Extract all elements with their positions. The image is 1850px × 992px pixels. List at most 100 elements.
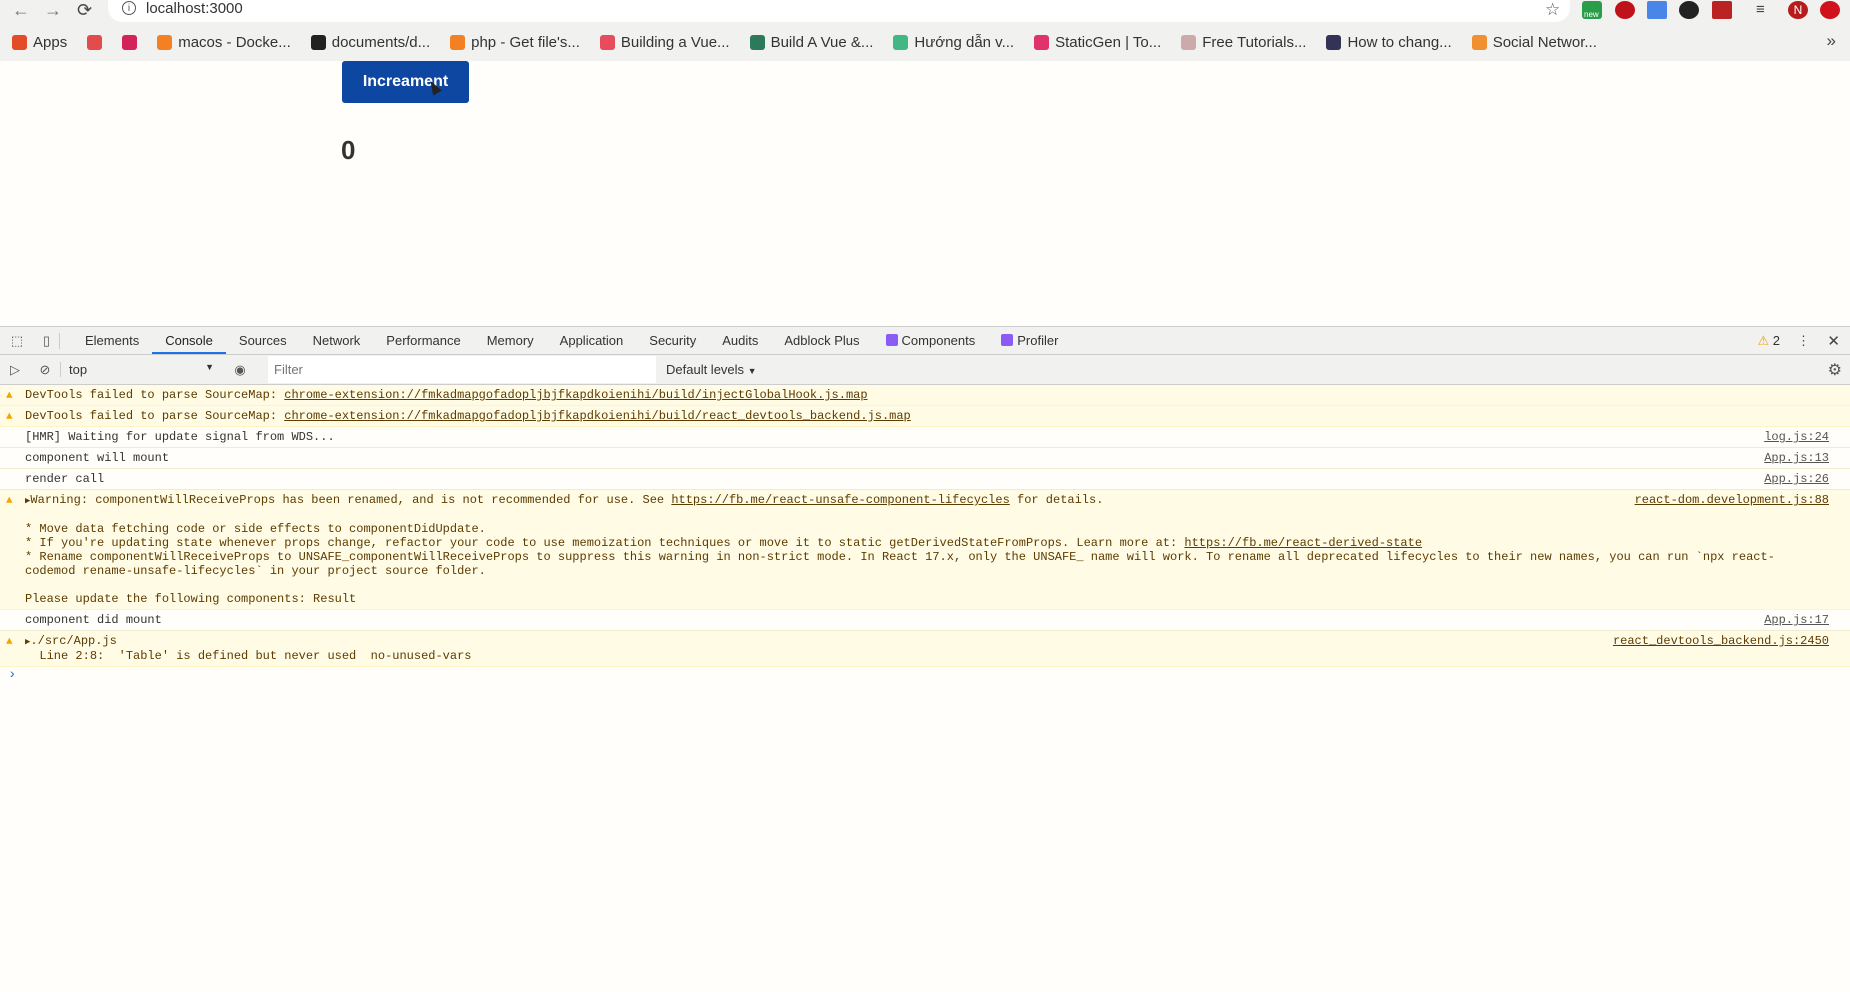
devtools-tabs: ⬚ ▯ Elements Console Sources Network Perform…: [0, 327, 1850, 355]
bookmark-item[interactable]: How to chang...: [1326, 34, 1452, 51]
tab-label: Memory: [486, 333, 534, 348]
sourcemap-link[interactable]: chrome-extension://fmkadmapgofadopljbjfk…: [284, 409, 911, 423]
warning-bullet: * Rename componentWillReceiveProps to UN…: [25, 550, 1775, 578]
bookmark-favicon-icon: [1034, 34, 1050, 50]
forward-icon[interactable]: →: [44, 0, 62, 20]
more-bookmarks-icon[interactable]: »: [1827, 31, 1836, 51]
tab-sources[interactable]: Sources: [226, 327, 300, 354]
bookmark-item[interactable]: StaticGen | To...: [1034, 34, 1161, 51]
source-link[interactable]: log.js:24: [1764, 430, 1829, 444]
bookmark-item[interactable]: macos - Docke...: [157, 34, 291, 51]
console-filter-input[interactable]: [268, 356, 656, 383]
bookmark-item[interactable]: Free Tutorials...: [1181, 34, 1306, 51]
bookmark-label: Social Networ...: [1492, 33, 1597, 51]
tab-label: Application: [559, 333, 624, 348]
bookmark-item[interactable]: Building a Vue...: [599, 33, 730, 51]
url-text: localhost:3000: [146, 0, 243, 17]
log-text: render call: [25, 472, 105, 486]
more-options-icon[interactable]: ⋮: [1797, 333, 1810, 349]
profile-avatar[interactable]: N: [1788, 1, 1808, 19]
devtools-panel: ⬚ ▯ Elements Console Sources Network Perform…: [0, 326, 1850, 992]
adblock-icon[interactable]: [1615, 1, 1635, 19]
console-log-did-mount: component did mount App.js:17: [0, 610, 1850, 631]
page-content: Increament 0: [0, 61, 1850, 326]
bookmark-label: Build A Vue &...: [770, 33, 874, 51]
increment-button[interactable]: Increament: [342, 61, 469, 103]
bookmark-item[interactable]: documents/d...: [310, 34, 430, 51]
tab-application[interactable]: Application: [547, 327, 637, 354]
bookmark-label: Building a Vue...: [620, 33, 730, 51]
bookmark-favicon-icon: [893, 34, 909, 50]
extension-new-icon[interactable]: new: [1582, 1, 1602, 19]
bookmark-label: Free Tutorials...: [1202, 33, 1307, 51]
warning-update-text: Please update the following components: …: [25, 592, 357, 606]
tab-components[interactable]: Components: [873, 327, 989, 354]
translate-icon[interactable]: [1647, 1, 1667, 19]
bookmark-label: macos - Docke...: [178, 33, 291, 51]
reload-icon[interactable]: ⟳: [77, 0, 92, 20]
info-icon[interactable]: i: [122, 1, 136, 15]
bookmark-item[interactable]: php - Get file's...: [450, 34, 580, 51]
tab-elements[interactable]: Elements: [72, 327, 152, 354]
warning-count-badge[interactable]: ⚠ 2: [1757, 333, 1780, 349]
close-devtools-icon[interactable]: ✕: [1827, 332, 1840, 350]
shield-extension-icon[interactable]: [1679, 1, 1699, 19]
source-link[interactable]: App.js:26: [1764, 472, 1829, 486]
console-warning-lifecycle: ▲ ▶Warning: componentWillReceiveProps has…: [0, 490, 1850, 610]
tab-label: Elements: [85, 333, 140, 348]
tab-label: Console: [165, 333, 213, 348]
console-message: component will mount App.js:13: [0, 448, 1850, 469]
tab-label: Profiler: [1017, 333, 1059, 348]
source-link[interactable]: App.js:17: [1764, 613, 1829, 627]
tab-label: Adblock Plus: [784, 333, 860, 348]
warning-icon: ▲: [6, 495, 13, 507]
tab-memory[interactable]: Memory: [474, 327, 547, 354]
source-link[interactable]: react_devtools_backend.js:2450: [1613, 634, 1829, 648]
tab-label: Audits: [722, 333, 759, 348]
bookmark-label: Apps: [33, 33, 68, 51]
update-icon[interactable]: [1820, 1, 1840, 19]
log-text: DevTools failed to parse SourceMap:: [25, 409, 285, 423]
source-link[interactable]: App.js:13: [1764, 451, 1829, 465]
bookmark-favicon-icon: [1326, 34, 1342, 50]
bookmark-item[interactable]: [122, 34, 138, 50]
derived-state-link[interactable]: https://fb.me/react-derived-state: [1184, 536, 1422, 550]
bookmark-label: StaticGen | To...: [1055, 33, 1162, 51]
media-icon[interactable]: ≡: [1756, 1, 1776, 19]
clear-console-icon[interactable]: ⊘: [30, 362, 60, 378]
bookmark-item[interactable]: [87, 34, 103, 50]
sourcemap-link[interactable]: chrome-extension://fmkadmapgofadopljbjfk…: [284, 388, 867, 402]
console-prompt-input[interactable]: ›: [0, 667, 1850, 683]
device-toggle-icon[interactable]: ▯: [34, 332, 60, 349]
tab-profiler[interactable]: Profiler: [988, 327, 1071, 354]
tab-security[interactable]: Security: [636, 327, 709, 354]
back-icon[interactable]: ←: [12, 0, 30, 20]
bookmark-item[interactable]: Social Networ...: [1471, 33, 1597, 51]
bookmark-favicon-icon: [599, 34, 615, 50]
address-bar[interactable]: i localhost:3000: [108, 0, 1570, 22]
bookmark-favicon-icon: [749, 34, 765, 50]
bookmark-item[interactable]: Apps: [12, 34, 67, 51]
sidebar-toggle-icon[interactable]: ▷: [0, 362, 30, 378]
extension-icon[interactable]: [1712, 1, 1732, 19]
tab-console[interactable]: Console: [152, 327, 226, 354]
source-link[interactable]: react-dom.development.js:88: [1635, 493, 1829, 507]
bookmark-item[interactable]: Build A Vue &...: [749, 33, 874, 51]
tab-label: Components: [901, 333, 976, 348]
lifecycle-link[interactable]: https://fb.me/react-unsafe-component-lif…: [671, 493, 1009, 507]
context-select[interactable]: top ▼: [60, 362, 220, 377]
log-levels-dropdown[interactable]: Default levels ▼: [666, 362, 757, 377]
tab-adblock-plus[interactable]: Adblock Plus: [771, 327, 872, 354]
live-expression-eye-icon[interactable]: ◉: [220, 362, 260, 378]
console-toolbar: ▷ ⊘ top ▼ ◉ Default levels ▼ ⚙: [0, 355, 1850, 385]
react-icon: [1001, 334, 1014, 346]
inspect-icon[interactable]: ⬚: [0, 333, 34, 349]
tab-network[interactable]: Network: [300, 327, 374, 354]
tab-audits[interactable]: Audits: [709, 327, 771, 354]
console-settings-gear-icon[interactable]: ⚙: [1828, 360, 1842, 380]
console-message: ▲ DevTools failed to parse SourceMap: chr…: [0, 385, 1850, 406]
bookmark-star-icon[interactable]: ☆: [1545, 0, 1560, 20]
bookmark-favicon-icon: [157, 34, 173, 50]
tab-performance[interactable]: Performance: [373, 327, 473, 354]
bookmark-item[interactable]: Hướng dẫn v...: [893, 34, 1014, 51]
